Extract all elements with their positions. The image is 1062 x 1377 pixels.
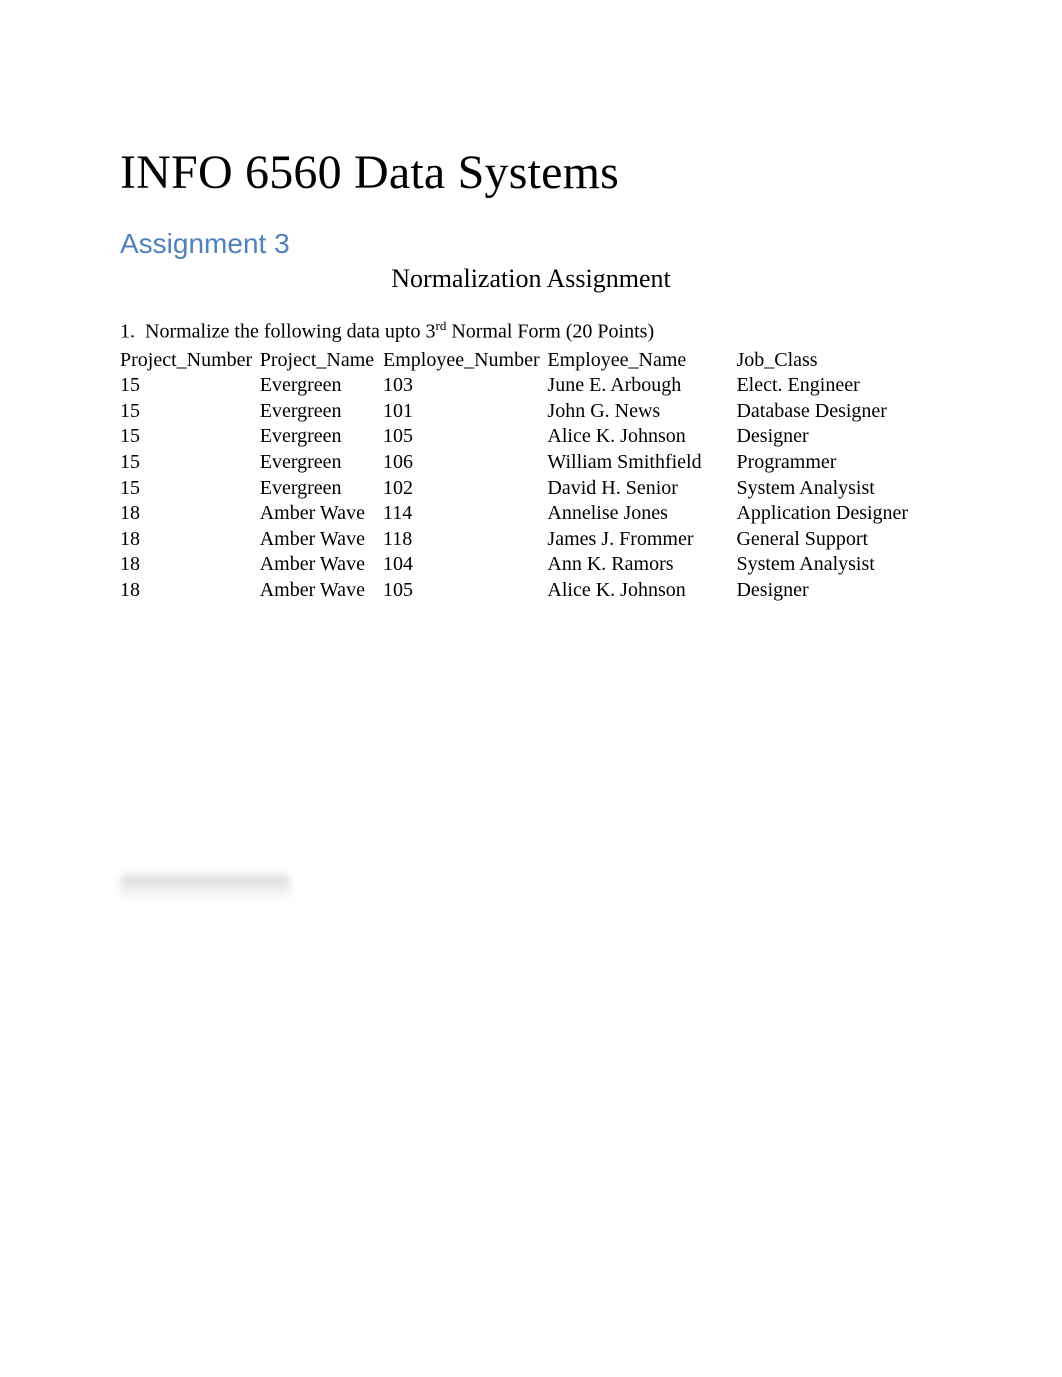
cell-job-class: Application Designer xyxy=(736,501,942,527)
col-job-class: Job_Class xyxy=(736,348,942,374)
cell-project-number: 18 xyxy=(120,527,260,553)
cell-job-class: Designer xyxy=(736,424,942,450)
table-row: 18 Amber Wave 114 Annelise Jones Applica… xyxy=(120,501,942,527)
cell-job-class: Programmer xyxy=(736,450,942,476)
cell-employee-number: 106 xyxy=(383,450,547,476)
cell-project-name: Evergreen xyxy=(260,450,383,476)
page-title: INFO 6560 Data Systems xyxy=(120,145,942,200)
question-number: 1. xyxy=(120,321,135,343)
cell-project-number: 15 xyxy=(120,373,260,399)
table-row: 15 Evergreen 106 William Smithfield Prog… xyxy=(120,450,942,476)
blurred-region xyxy=(120,875,290,901)
cell-project-name: Evergreen xyxy=(260,399,383,425)
col-employee-number: Employee_Number xyxy=(383,348,547,374)
question-ordinal: rd xyxy=(435,318,446,333)
cell-employee-name: Alice K. Johnson xyxy=(547,424,736,450)
table-header-row: Project_Number Project_Name Employee_Num… xyxy=(120,348,942,374)
cell-employee-number: 101 xyxy=(383,399,547,425)
cell-project-name: Amber Wave xyxy=(260,501,383,527)
cell-project-name: Evergreen xyxy=(260,424,383,450)
question-1: 1. Normalize the following data upto 3rd… xyxy=(120,318,942,344)
question-text-after: Normal Form (20 Points) xyxy=(446,321,654,343)
cell-project-number: 18 xyxy=(120,501,260,527)
cell-project-number: 18 xyxy=(120,578,260,604)
cell-project-number: 15 xyxy=(120,399,260,425)
assignment-subtitle: Assignment 3 xyxy=(120,228,942,260)
cell-employee-name: David H. Senior xyxy=(547,476,736,502)
table-body: 15 Evergreen 103 June E. Arbough Elect. … xyxy=(120,373,942,603)
section-heading: Normalization Assignment xyxy=(120,264,942,294)
cell-employee-number: 105 xyxy=(383,424,547,450)
cell-employee-number: 105 xyxy=(383,578,547,604)
col-project-number: Project_Number xyxy=(120,348,260,374)
cell-employee-name: James J. Frommer xyxy=(547,527,736,553)
cell-employee-name: Annelise Jones xyxy=(547,501,736,527)
cell-employee-number: 114 xyxy=(383,501,547,527)
table-row: 18 Amber Wave 104 Ann K. Ramors System A… xyxy=(120,552,942,578)
cell-project-number: 18 xyxy=(120,552,260,578)
cell-project-number: 15 xyxy=(120,450,260,476)
cell-job-class: Elect. Engineer xyxy=(736,373,942,399)
cell-job-class: General Support xyxy=(736,527,942,553)
cell-employee-name: Ann K. Ramors xyxy=(547,552,736,578)
cell-employee-name: John G. News xyxy=(547,399,736,425)
cell-project-name: Evergreen xyxy=(260,476,383,502)
table-row: 18 Amber Wave 118 James J. Frommer Gener… xyxy=(120,527,942,553)
table-row: 18 Amber Wave 105 Alice K. Johnson Desig… xyxy=(120,578,942,604)
table-row: 15 Evergreen 105 Alice K. Johnson Design… xyxy=(120,424,942,450)
col-project-name: Project_Name xyxy=(260,348,383,374)
cell-project-name: Amber Wave xyxy=(260,578,383,604)
cell-project-name: Evergreen xyxy=(260,373,383,399)
cell-project-number: 15 xyxy=(120,424,260,450)
cell-employee-number: 103 xyxy=(383,373,547,399)
cell-project-number: 15 xyxy=(120,476,260,502)
normalization-table: Project_Number Project_Name Employee_Num… xyxy=(120,348,942,604)
cell-employee-number: 118 xyxy=(383,527,547,553)
cell-employee-name: Alice K. Johnson xyxy=(547,578,736,604)
cell-project-name: Amber Wave xyxy=(260,527,383,553)
table-row: 15 Evergreen 101 John G. News Database D… xyxy=(120,399,942,425)
cell-employee-name: June E. Arbough xyxy=(547,373,736,399)
question-text-before: Normalize the following data upto 3 xyxy=(145,321,435,343)
col-employee-name: Employee_Name xyxy=(547,348,736,374)
table-row: 15 Evergreen 102 David H. Senior System … xyxy=(120,476,942,502)
cell-project-name: Amber Wave xyxy=(260,552,383,578)
cell-employee-number: 102 xyxy=(383,476,547,502)
cell-employee-number: 104 xyxy=(383,552,547,578)
cell-job-class: Designer xyxy=(736,578,942,604)
document-page: INFO 6560 Data Systems Assignment 3 Norm… xyxy=(0,0,1062,1377)
cell-employee-name: William Smithfield xyxy=(547,450,736,476)
cell-job-class: System Analysist xyxy=(736,552,942,578)
cell-job-class: Database Designer xyxy=(736,399,942,425)
table-row: 15 Evergreen 103 June E. Arbough Elect. … xyxy=(120,373,942,399)
cell-job-class: System Analysist xyxy=(736,476,942,502)
